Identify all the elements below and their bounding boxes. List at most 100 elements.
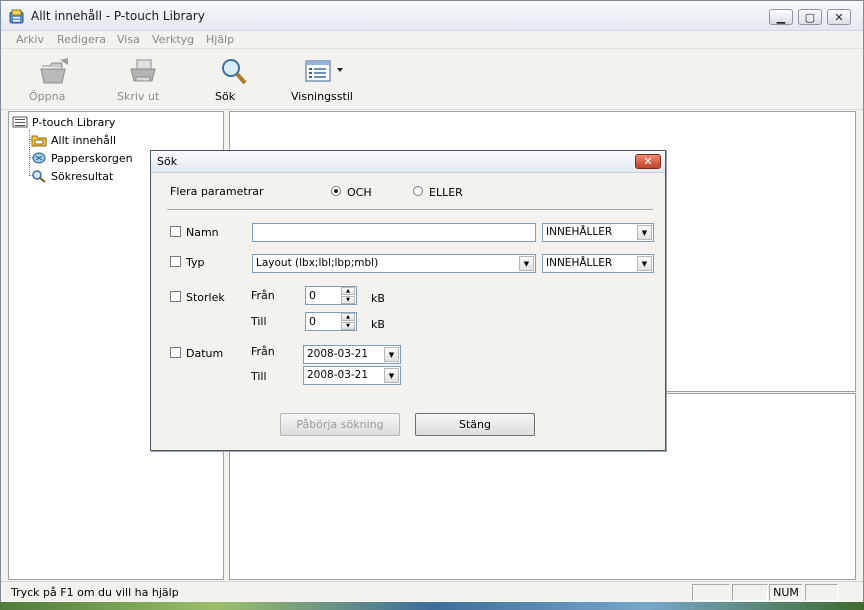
menu-hjalp[interactable]: Hjälp	[206, 33, 234, 46]
tree-item-label: Sökresultat	[51, 169, 114, 183]
chevron-down-icon[interactable]: ▼	[384, 368, 399, 383]
tree-connector	[29, 130, 30, 176]
view-style-label: Visningsstil	[291, 90, 353, 103]
printer-icon	[130, 59, 156, 82]
tree-item-search-results[interactable]: Sökresultat	[31, 168, 113, 184]
dialog-separator	[167, 209, 653, 211]
tree-item-trash[interactable]: Papperskorgen	[31, 150, 133, 166]
window-title: Allt innehåll - P-touch Library	[31, 9, 205, 23]
tree-item-all-content[interactable]: Allt innehåll	[31, 132, 117, 148]
size-to-label: Till	[251, 315, 267, 328]
status-cell	[732, 584, 768, 601]
title-bar: Allt innehåll - P-touch Library ▁ ▢ ✕	[1, 1, 863, 31]
menu-verktyg[interactable]: Verktyg	[152, 33, 194, 46]
dropdown-arrow-icon	[337, 68, 343, 72]
menu-redigera[interactable]: Redigera	[57, 33, 106, 46]
search-results-icon	[32, 170, 46, 183]
chevron-down-icon[interactable]: ▼	[384, 347, 399, 362]
chevron-down-icon[interactable]: ▼	[637, 256, 652, 271]
spin-down-icon[interactable]: ▼	[341, 322, 355, 330]
dialog-close-button[interactable]: ✕	[635, 154, 661, 169]
menu-visa[interactable]: Visa	[117, 33, 140, 46]
search-button[interactable]: Sök	[215, 56, 253, 103]
library-icon	[12, 116, 28, 128]
name-label: Namn	[186, 226, 219, 239]
print-button[interactable]: Skriv ut	[117, 56, 169, 103]
folder-open-icon	[40, 58, 68, 84]
size-label: Storlek	[186, 291, 225, 304]
status-num: NUM	[769, 584, 803, 601]
close-dialog-button[interactable]: Stäng	[415, 413, 535, 436]
date-from-value: 2008-03-21	[307, 348, 369, 360]
magnifier-icon	[222, 59, 247, 85]
maximize-button[interactable]: ▢	[798, 9, 822, 25]
status-help-text: Tryck på F1 om du vill ha hjälp	[11, 586, 179, 599]
spin-down-icon[interactable]: ▼	[341, 296, 355, 304]
minimize-button[interactable]: ▁	[769, 9, 793, 25]
tree-item-label: Papperskorgen	[51, 151, 133, 165]
chevron-down-icon[interactable]: ▼	[637, 225, 652, 240]
multi-params-label: Flera parametrar	[170, 185, 264, 198]
tree-root-label: P-touch Library	[32, 115, 116, 129]
and-radio-label[interactable]: OCH	[347, 186, 372, 199]
date-to-label: Till	[251, 370, 267, 383]
folder-icon	[31, 135, 47, 147]
name-checkbox[interactable]	[170, 226, 181, 237]
open-button[interactable]: Öppna	[29, 56, 81, 103]
status-bar: Tryck på F1 om du vill ha hjälp NUM	[1, 581, 863, 603]
size-checkbox[interactable]	[170, 291, 181, 302]
close-icon: ✕	[643, 155, 653, 168]
menu-bar: Arkiv Redigera Visa Verktyg Hjälp	[1, 31, 863, 49]
close-icon: ✕	[834, 10, 844, 24]
and-radio[interactable]	[331, 186, 341, 196]
trash-icon	[32, 152, 46, 164]
tree-root[interactable]: P-touch Library	[12, 114, 115, 130]
toolbar: Öppna Skriv ut Sök Visningsstil	[1, 50, 863, 110]
name-operator-select[interactable]: INNEHÅLLER ▼	[542, 223, 654, 242]
size-to-unit: kB	[371, 318, 385, 331]
spin-up-icon[interactable]: ▲	[341, 313, 355, 321]
spin-up-icon[interactable]: ▲	[341, 287, 355, 295]
status-cell	[805, 584, 838, 601]
view-style-button[interactable]: Visningsstil	[291, 56, 357, 103]
size-to-value: 0	[309, 315, 316, 328]
dialog-title-bar: Sök ✕	[151, 151, 665, 173]
status-cell	[692, 584, 730, 601]
size-from-value: 0	[309, 289, 316, 302]
name-input[interactable]	[252, 223, 536, 242]
close-window-button[interactable]: ✕	[827, 9, 851, 25]
minimize-icon: ▁	[776, 10, 786, 24]
start-search-button[interactable]: Påbörja sökning	[280, 413, 400, 436]
type-operator-select[interactable]: INNEHÅLLER ▼	[542, 254, 654, 273]
name-operator-value: INNEHÅLLER	[546, 226, 613, 238]
dialog-title: Sök	[157, 155, 178, 168]
chevron-down-icon[interactable]: ▼	[519, 256, 534, 271]
size-to-spinner[interactable]: 0 ▲ ▼	[305, 312, 357, 331]
type-checkbox[interactable]	[170, 256, 181, 267]
search-dialog: Sök ✕ Flera parametrar OCH ELLER Namn IN…	[150, 150, 666, 451]
size-from-label: Från	[251, 289, 275, 302]
or-radio-label[interactable]: ELLER	[429, 186, 463, 199]
type-select[interactable]: Layout (lbx;lbl;lbp;mbl) ▼	[252, 254, 536, 273]
date-from-label: Från	[251, 345, 275, 358]
maximize-icon: ▢	[804, 10, 816, 24]
desktop-strip	[0, 602, 864, 610]
app-icon	[9, 9, 24, 24]
open-label: Öppna	[29, 90, 66, 103]
date-checkbox[interactable]	[170, 347, 181, 358]
date-from-picker[interactable]: 2008-03-21 ▼	[303, 345, 401, 364]
size-from-spinner[interactable]: 0 ▲ ▼	[305, 286, 357, 305]
search-label: Sök	[215, 90, 236, 103]
print-label: Skriv ut	[117, 90, 160, 103]
type-select-value: Layout (lbx;lbl;lbp;mbl)	[256, 257, 379, 269]
date-label: Datum	[186, 347, 224, 360]
size-from-unit: kB	[371, 292, 385, 305]
type-operator-value: INNEHÅLLER	[546, 257, 613, 269]
date-to-picker[interactable]: 2008-03-21 ▼	[303, 366, 401, 385]
tree-item-label: Allt innehåll	[51, 133, 117, 147]
date-to-value: 2008-03-21	[307, 369, 369, 381]
view-style-icon	[305, 60, 343, 82]
or-radio[interactable]	[413, 186, 423, 196]
menu-arkiv[interactable]: Arkiv	[16, 33, 44, 46]
type-label: Typ	[186, 256, 205, 269]
